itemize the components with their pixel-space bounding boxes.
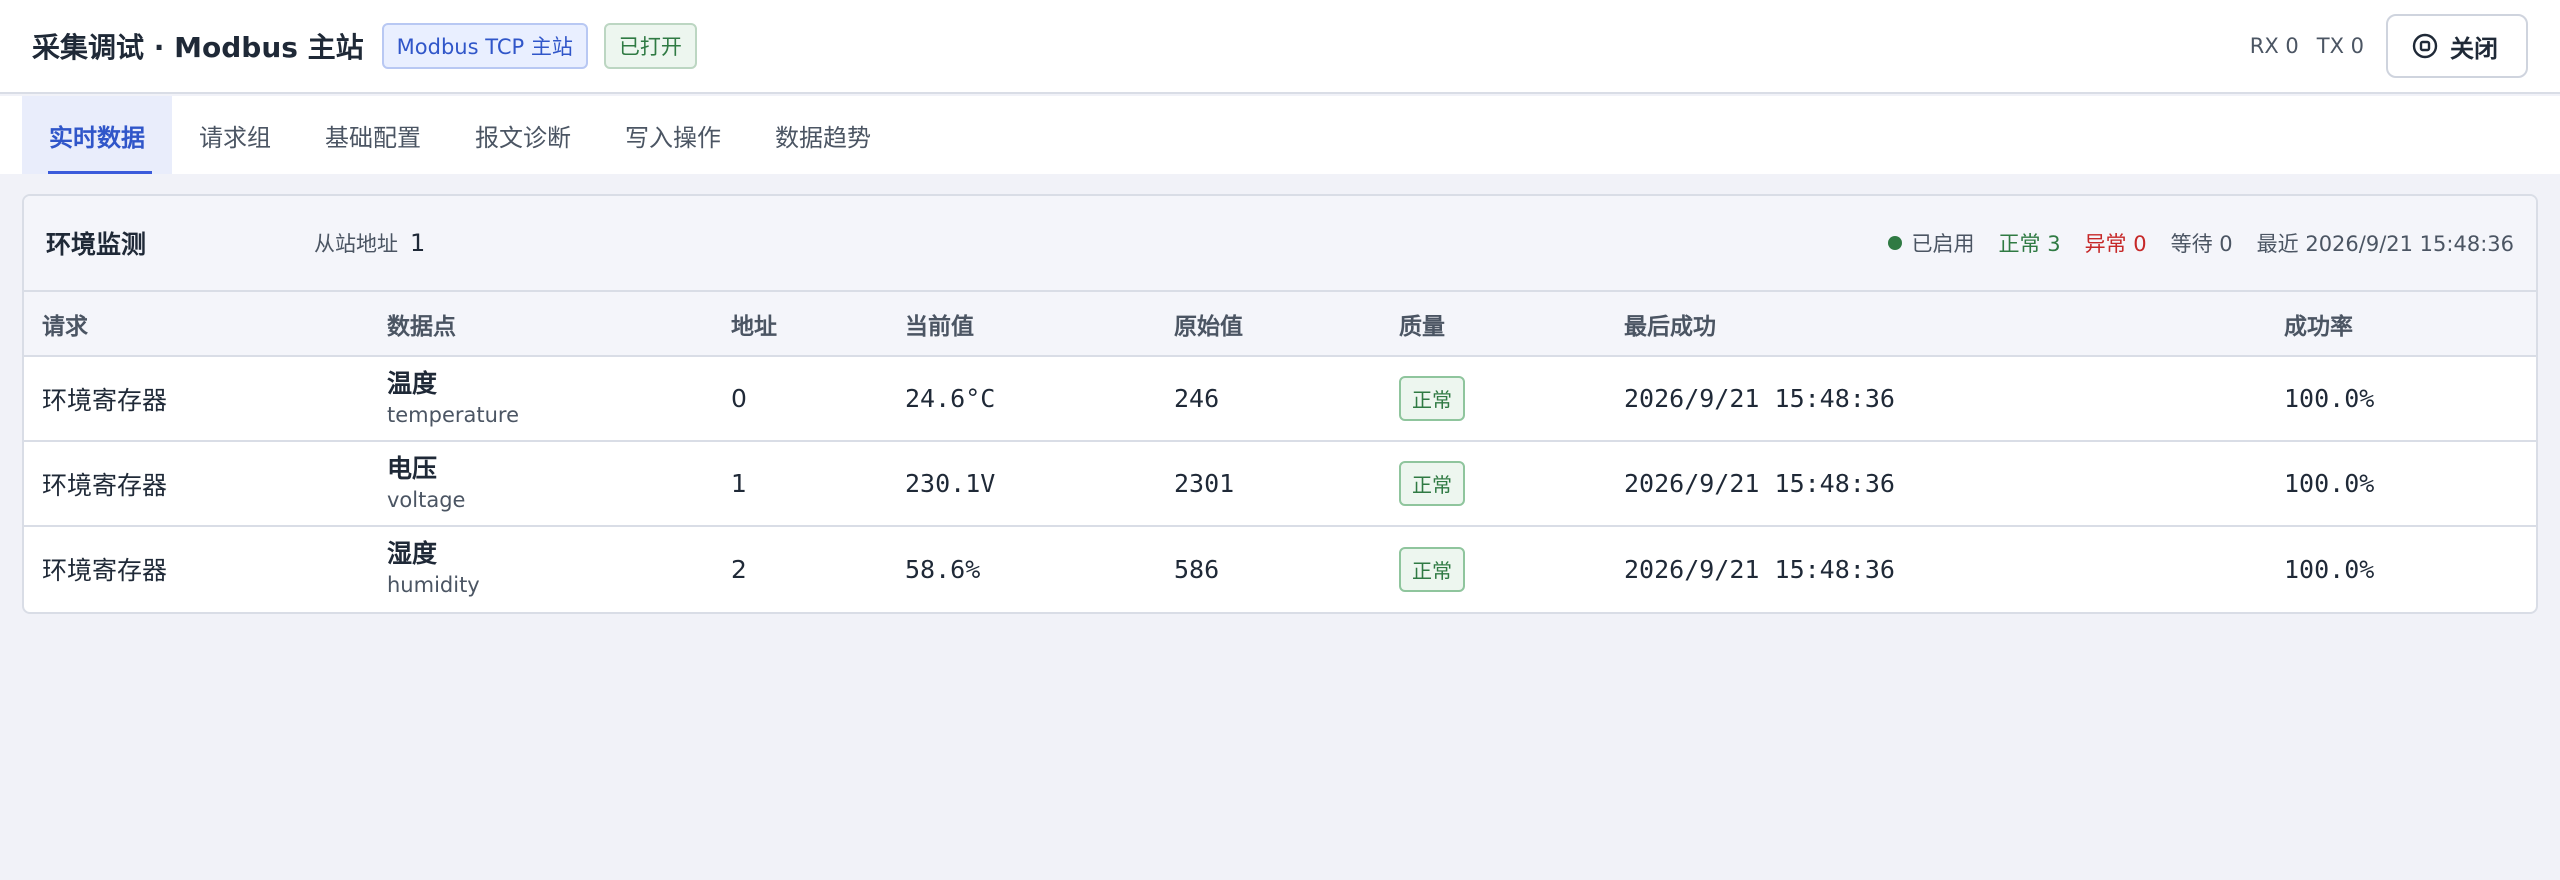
slave-address-label: 从站地址 bbox=[314, 232, 398, 256]
group-status: 已启用 正常 3 异常 0 等待 0 最近 2026/9/21 15:48:36 bbox=[1887, 228, 2514, 258]
point-cell: 温度 temperature bbox=[369, 356, 713, 441]
waiting-count: 等待 0 bbox=[2170, 232, 2233, 256]
latest-time: 最近 2026/9/21 15:48:36 bbox=[2256, 232, 2514, 256]
table-row[interactable]: 环境寄存器 温度 temperature 0 24.6°C 246 正常 202… bbox=[24, 356, 2536, 441]
enabled-label: 已启用 bbox=[1911, 232, 1975, 256]
group-panel: 环境监测 从站地址 1 已启用 正常 3 异常 0 等待 0 最近 2026/9… bbox=[22, 194, 2538, 614]
close-button-label: 关闭 bbox=[2450, 35, 2498, 63]
point-key: temperature bbox=[387, 402, 519, 427]
column-header-quality: 质量 bbox=[1381, 292, 1606, 357]
group-header: 环境监测 从站地址 1 已启用 正常 3 异常 0 等待 0 最近 2026/9… bbox=[24, 196, 2536, 292]
current-value-cell: 58.6% bbox=[905, 554, 981, 584]
protocol-badge: Modbus TCP 主站 bbox=[381, 23, 588, 69]
request-cell: 环境寄存器 bbox=[42, 470, 168, 500]
last-success-cell: 2026/9/21 15:48:36 bbox=[1624, 554, 1895, 584]
tab-write-operations[interactable]: 写入操作 bbox=[598, 96, 748, 174]
tab-request-groups[interactable]: 请求组 bbox=[172, 96, 298, 174]
success-rate-cell: 100.0% bbox=[2284, 554, 2375, 584]
slave-address-value: 1 bbox=[410, 229, 426, 257]
point-key: voltage bbox=[387, 487, 466, 512]
quality-cell: 正常 bbox=[1381, 441, 1606, 526]
status-dot-icon bbox=[1887, 236, 1902, 250]
table-row[interactable]: 环境寄存器 湿度 humidity 2 58.6% 586 正常 2026/9/… bbox=[24, 526, 2536, 611]
quality-badge: 正常 bbox=[1399, 546, 1465, 592]
raw-value-cell: 2301 bbox=[1174, 469, 1235, 498]
top-bar: 采集调试 · Modbus 主站 Modbus TCP 主站 已打开 RX 0 … bbox=[0, 0, 2560, 94]
raw-value-cell: 586 bbox=[1174, 554, 1220, 584]
table-row[interactable]: 环境寄存器 电压 voltage 1 230.1V 2301 正常 2026/9… bbox=[24, 441, 2536, 526]
point-cell: 湿度 humidity bbox=[369, 526, 713, 611]
column-header-success-rate: 成功率 bbox=[2266, 292, 2536, 357]
quality-cell: 正常 bbox=[1381, 356, 1606, 441]
tab-bar: 实时数据 请求组 基础配置 报文诊断 写入操作 数据趋势 bbox=[0, 96, 2560, 174]
rx-counter: RX 0 bbox=[2249, 34, 2299, 58]
request-cell: 环境寄存器 bbox=[42, 385, 168, 415]
current-value-cell: 24.6°C bbox=[905, 384, 996, 413]
tab-data-trends[interactable]: 数据趋势 bbox=[748, 96, 898, 174]
connection-state-badge: 已打开 bbox=[603, 23, 697, 69]
last-success-cell: 2026/9/21 15:48:36 bbox=[1624, 384, 1895, 413]
tab-message-diagnostics[interactable]: 报文诊断 bbox=[448, 96, 598, 174]
error-count: 异常 0 bbox=[2084, 232, 2147, 256]
column-header-point: 数据点 bbox=[369, 292, 713, 357]
quality-badge: 正常 bbox=[1399, 376, 1465, 421]
point-cell: 电压 voltage bbox=[369, 441, 713, 526]
column-header-address: 地址 bbox=[713, 292, 887, 357]
column-header-current-value: 当前值 bbox=[887, 292, 1156, 357]
request-cell: 环境寄存器 bbox=[42, 556, 168, 585]
current-value-cell: 230.1V bbox=[905, 469, 996, 498]
success-rate-cell: 100.0% bbox=[2284, 384, 2375, 413]
tab-basic-config[interactable]: 基础配置 bbox=[298, 96, 448, 174]
last-success-cell: 2026/9/21 15:48:36 bbox=[1624, 469, 1895, 498]
ok-count: 正常 3 bbox=[1998, 232, 2061, 256]
success-rate-cell: 100.0% bbox=[2284, 469, 2375, 498]
point-name: 电压 bbox=[387, 453, 438, 483]
raw-value-cell: 246 bbox=[1174, 384, 1220, 413]
point-key: humidity bbox=[387, 573, 480, 597]
table-header-row: 请求 数据点 地址 当前值 原始值 质量 最后成功 成功率 bbox=[24, 292, 2536, 357]
column-header-last-success: 最后成功 bbox=[1606, 292, 2266, 357]
data-points-table: 请求 数据点 地址 当前值 原始值 质量 最后成功 成功率 环境寄存器 温度 t… bbox=[24, 292, 2536, 611]
address-cell: 0 bbox=[731, 384, 747, 413]
quality-cell: 正常 bbox=[1381, 526, 1606, 611]
quality-badge: 正常 bbox=[1399, 461, 1465, 506]
column-header-raw-value: 原始值 bbox=[1156, 292, 1381, 357]
stop-icon bbox=[2412, 33, 2438, 59]
page-title: 采集调试 · Modbus 主站 bbox=[32, 31, 364, 64]
address-cell: 1 bbox=[731, 469, 747, 498]
group-name: 环境监测 bbox=[46, 230, 147, 259]
enabled-status: 已启用 bbox=[1887, 228, 1975, 258]
close-button[interactable]: 关闭 bbox=[2386, 14, 2528, 78]
column-header-request: 请求 bbox=[24, 292, 369, 357]
address-cell: 2 bbox=[731, 554, 747, 584]
point-name: 湿度 bbox=[387, 539, 438, 568]
tx-counter: TX 0 bbox=[2316, 34, 2364, 58]
tab-realtime-data[interactable]: 实时数据 bbox=[22, 96, 172, 174]
point-name: 温度 bbox=[387, 368, 438, 398]
